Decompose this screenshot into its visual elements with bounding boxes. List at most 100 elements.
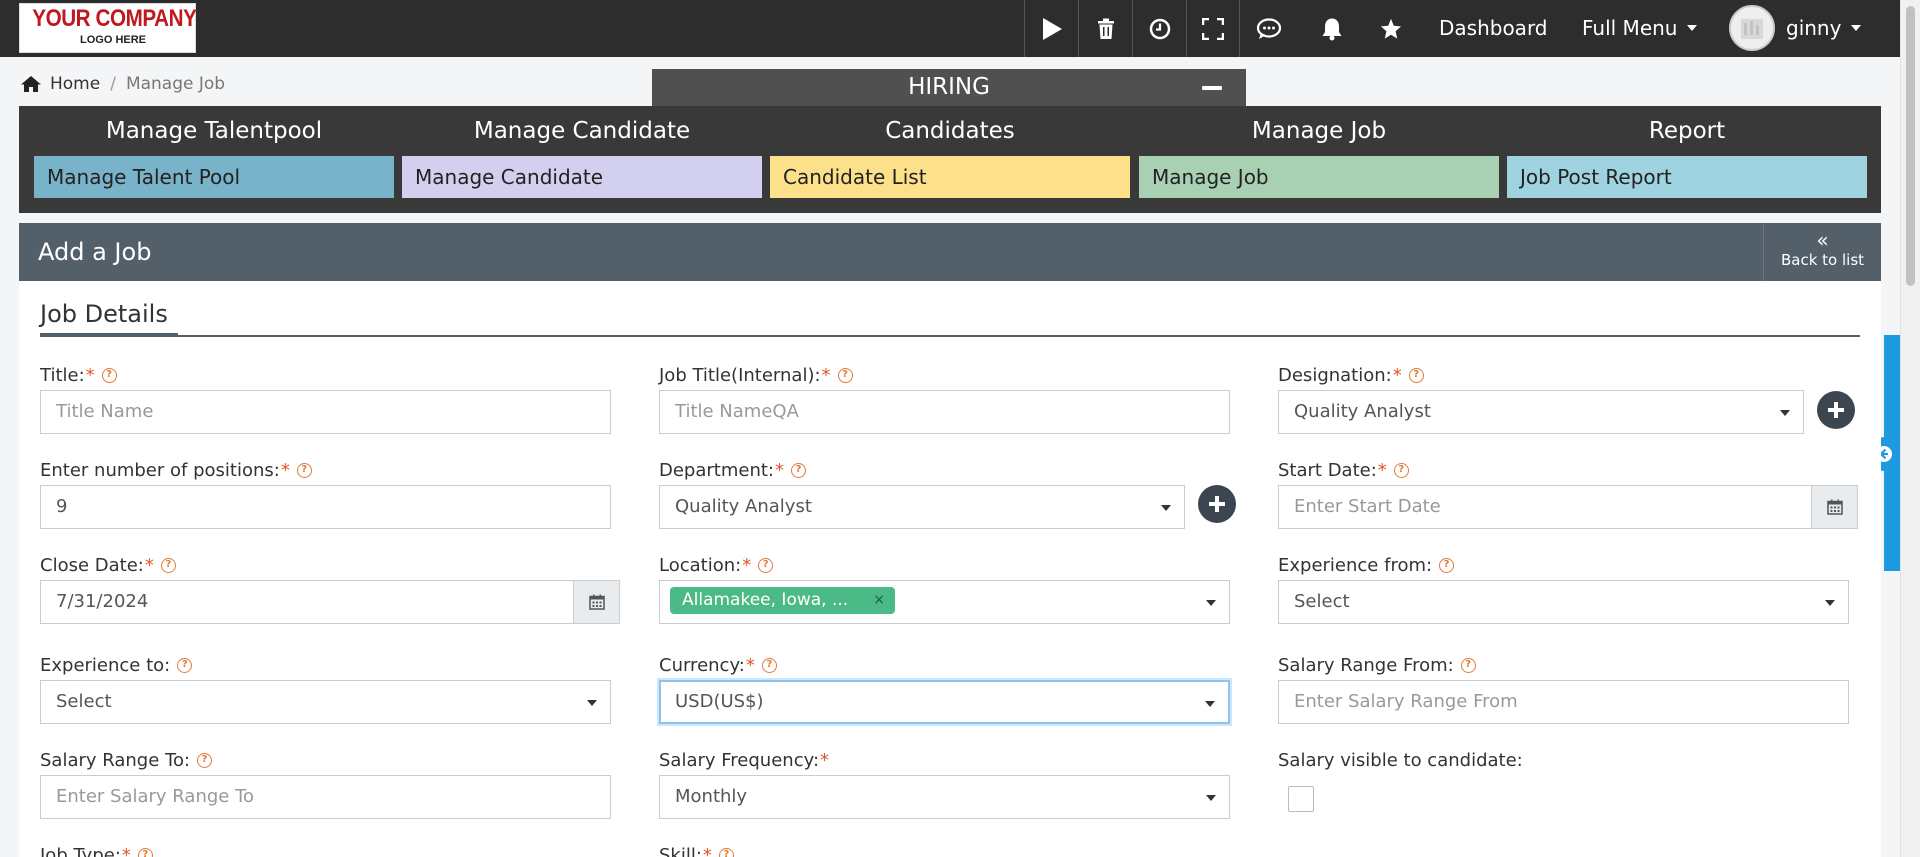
section-underline [40,333,178,337]
required-marker: * [1392,365,1402,386]
top-bar: YOUR COMPANY LOGO HERE Dashboard Full Me… [0,0,1900,57]
label-text: Experience to: [40,655,171,676]
experience-to-select[interactable]: Select [40,680,611,724]
required-marker: * [280,460,290,481]
label-text: Skill: [659,845,702,857]
username: ginny [1786,16,1842,40]
label-text: Experience from: [1278,555,1433,576]
help-icon[interactable]: ? [197,753,213,768]
menu-group-title: Report [1648,118,1726,144]
start-date-picker-button[interactable] [1811,485,1858,529]
calendar-icon [588,594,605,610]
chevron-down-icon [1205,701,1215,707]
label-text: Job Type: [40,845,121,857]
card-header: Add a Job « Back to list [19,223,1881,281]
dashboard-link[interactable]: Dashboard [1439,0,1548,57]
section-title: Job Details [40,300,168,328]
add-designation-button[interactable] [1817,391,1855,429]
manage-talent-pool-button[interactable]: Manage Talent Pool [34,156,394,198]
page-scrollbar[interactable] [1900,0,1920,857]
scrollbar-thumb[interactable] [1906,6,1915,286]
chat-icon[interactable] [1244,0,1294,57]
back-to-list-button[interactable]: « Back to list [1763,223,1881,281]
designation-select[interactable]: Quality Analyst [1278,390,1804,434]
fullscreen-icon[interactable] [1186,0,1240,57]
breadcrumb-current: Manage Job [125,74,226,94]
required-marker: * [702,845,712,857]
experience-from-select[interactable]: Select [1278,580,1849,624]
currency-select[interactable]: USD(US$) [659,680,1230,724]
salary-from-input[interactable]: Enter Salary Range From [1278,680,1849,724]
help-icon[interactable]: ? [837,368,853,383]
salary-frequency-label: Salary Frequency: * [659,750,829,771]
job-post-report-button[interactable]: Job Post Report [1507,156,1867,198]
home-icon [21,76,41,92]
breadcrumb-separator: / [110,74,116,94]
breadcrumb-home[interactable]: Home [50,74,100,94]
avatar[interactable] [1729,5,1775,51]
star-icon[interactable] [1366,0,1416,57]
menu-group-talentpool: Manage Talentpool Manage Talent Pool [34,106,394,198]
help-icon[interactable]: ? [718,848,734,857]
menu-group-job: Manage Job Manage Job [1139,106,1499,198]
department-select[interactable]: Quality Analyst [659,485,1185,529]
selected-value: Quality Analyst [675,496,812,517]
label-text: Enter number of positions: [40,460,280,481]
salary-visible-checkbox[interactable] [1288,786,1314,812]
hiring-menu: Manage Talentpool Manage Talent Pool Man… [19,106,1881,213]
remove-tag-icon[interactable]: × [873,587,885,614]
logo-subtext: LOGO HERE [80,34,147,46]
manage-job-button[interactable]: Manage Job [1139,156,1499,198]
chevron-down-icon [1161,505,1171,511]
bell-icon[interactable] [1307,0,1357,57]
chevron-down-icon [1851,25,1862,31]
help-icon[interactable]: ? [137,848,153,857]
help-icon[interactable]: ? [160,558,176,573]
chevron-down-icon [1825,600,1835,606]
menu-group-title: Candidates [885,118,1015,144]
selected-value: Select [56,691,112,712]
title-input[interactable]: Title Name [40,390,611,434]
candidate-list-button[interactable]: Candidate List [770,156,1130,198]
help-icon[interactable]: ? [1460,658,1476,673]
positions-input[interactable]: 9 [40,485,611,529]
help-icon[interactable]: ? [101,368,117,383]
skill-label: Skill: *? [659,845,734,857]
trash-icon[interactable] [1078,0,1132,57]
add-job-card: Add a Job « Back to list Job Details [19,223,1881,857]
designation-label: Designation: *? [1278,365,1424,386]
close-date-picker-button[interactable] [573,580,620,624]
help-icon[interactable]: ? [1439,558,1455,573]
job-type-label: Job Type: *? [40,845,153,857]
full-menu-dropdown[interactable]: Full Menu [1582,0,1698,57]
salary-from-label: Salary Range From:? [1278,655,1476,676]
help-icon[interactable]: ? [758,558,774,573]
help-icon[interactable]: ? [1393,463,1409,478]
job-title-internal-input[interactable]: Title NameQA [659,390,1230,434]
selected-value: USD(US$) [675,691,764,712]
close-date-label: Close Date: *? [40,555,176,576]
selected-value: Monthly [675,786,748,807]
required-marker: * [775,460,784,481]
minimize-icon[interactable] [1202,86,1222,90]
help-icon[interactable]: ? [296,463,312,478]
required-marker: * [742,555,752,576]
help-icon[interactable]: ? [177,658,193,673]
toolbar-icons [1024,0,1240,57]
salary-to-input[interactable]: Enter Salary Range To [40,775,611,819]
clock-icon[interactable] [1132,0,1186,57]
help-icon[interactable]: ? [761,658,777,673]
start-date-input[interactable]: Enter Start Date [1278,485,1813,529]
selected-value: Select [1294,591,1350,612]
close-date-input[interactable]: 7/31/2024 [40,580,575,624]
salary-frequency-select[interactable]: Monthly [659,775,1230,819]
company-logo[interactable]: YOUR COMPANY LOGO HERE [19,3,197,53]
play-icon[interactable] [1024,0,1078,57]
help-icon[interactable]: ? [791,463,806,478]
manage-candidate-button[interactable]: Manage Candidate [402,156,762,198]
add-department-button[interactable] [1198,485,1236,523]
help-icon[interactable]: ? [1408,368,1424,383]
required-marker: * [745,655,755,676]
user-menu-dropdown[interactable]: ginny [1786,0,1862,57]
location-label: Location: *? [659,555,774,576]
